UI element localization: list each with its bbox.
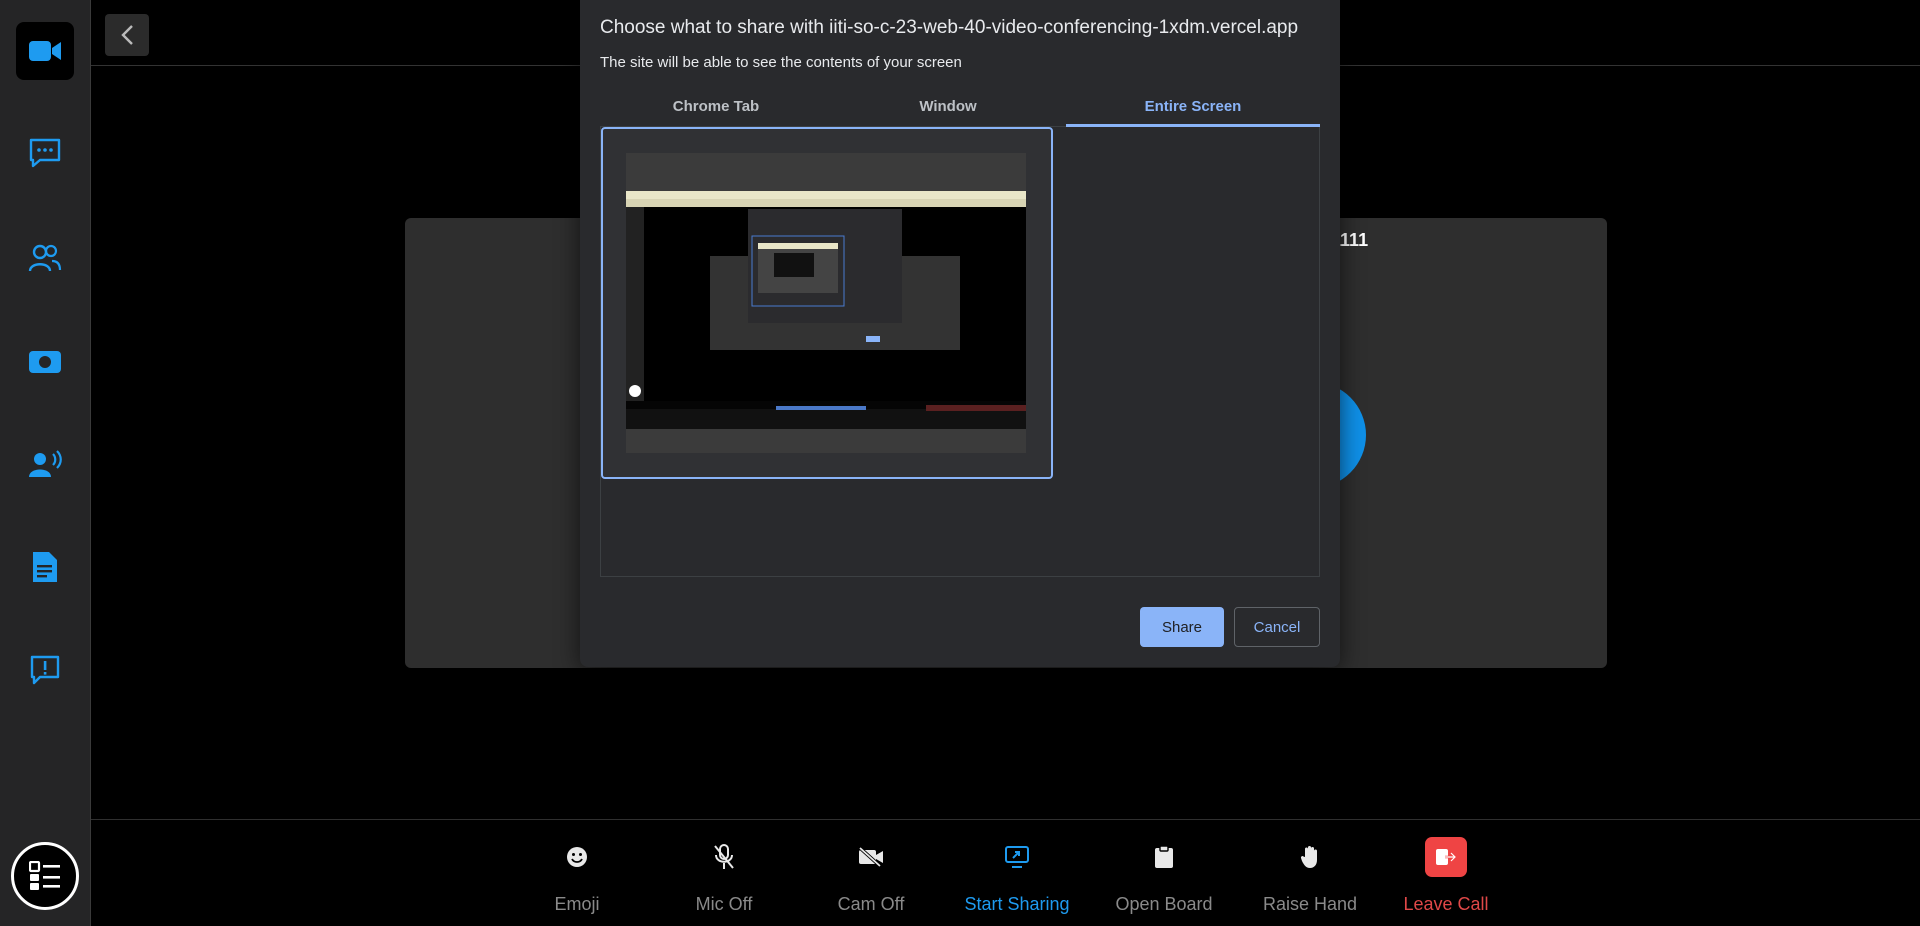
mic-off-label: Mic Off	[695, 894, 753, 914]
emoji-label: Emoji	[554, 894, 600, 914]
cam-off-button[interactable]: Cam Off	[801, 836, 941, 915]
tab-chrome-tab[interactable]: Chrome Tab	[600, 90, 832, 127]
video-camera-icon[interactable]	[16, 22, 74, 80]
start-sharing-label: Start Sharing	[964, 894, 1070, 914]
raise-hand-label: Raise Hand	[1262, 894, 1358, 914]
dialog-title: Choose what to share with iiti-so-c-23-w…	[600, 17, 1299, 38]
leave-icon-wrap	[1376, 836, 1516, 878]
mic-off-button[interactable]: Mic Off	[654, 836, 794, 915]
speaker-user-icon[interactable]	[25, 444, 65, 484]
participants-icon[interactable]	[25, 238, 65, 278]
cam-off-icon	[801, 836, 941, 878]
camera-icon[interactable]	[25, 341, 65, 381]
share-screen-dialog: Choose what to share with iiti-so-c-23-w…	[580, 0, 1340, 667]
menu-list-icon[interactable]	[11, 842, 79, 910]
dialog-subtitle: The site will be able to see the content…	[600, 54, 962, 71]
back-icon[interactable]	[105, 14, 149, 56]
leave-call-label: Leave Call	[1403, 894, 1489, 914]
hand-icon	[1240, 836, 1380, 878]
start-sharing-button[interactable]: Start Sharing	[947, 836, 1087, 915]
clipboard-icon	[1094, 836, 1234, 878]
tab-window[interactable]: Window	[832, 90, 1064, 127]
screen-source-card[interactable]	[601, 127, 1053, 479]
leave-call-button[interactable]: Leave Call	[1376, 836, 1516, 915]
share-button[interactable]: Share	[1140, 607, 1224, 647]
sidebar	[0, 0, 91, 926]
mic-off-icon	[654, 836, 794, 878]
chat-icon[interactable]	[25, 133, 65, 173]
screen-share-icon	[947, 836, 1087, 878]
raise-hand-button[interactable]: Raise Hand	[1240, 836, 1380, 915]
emoji-button[interactable]: Emoji	[507, 836, 647, 915]
screen-preview	[626, 153, 1026, 453]
open-board-button[interactable]: Open Board	[1094, 836, 1234, 915]
share-tabs: Chrome Tab Window Entire Screen	[600, 90, 1320, 127]
report-icon[interactable]	[25, 650, 65, 690]
emoji-icon	[507, 836, 647, 878]
document-icon[interactable]	[25, 547, 65, 587]
cancel-button[interactable]: Cancel	[1234, 607, 1320, 647]
leave-icon	[1425, 837, 1467, 877]
source-panel	[600, 127, 1320, 577]
open-board-label: Open Board	[1115, 894, 1213, 914]
cam-off-label: Cam Off	[837, 894, 905, 914]
tab-entire-screen[interactable]: Entire Screen	[1066, 90, 1320, 127]
